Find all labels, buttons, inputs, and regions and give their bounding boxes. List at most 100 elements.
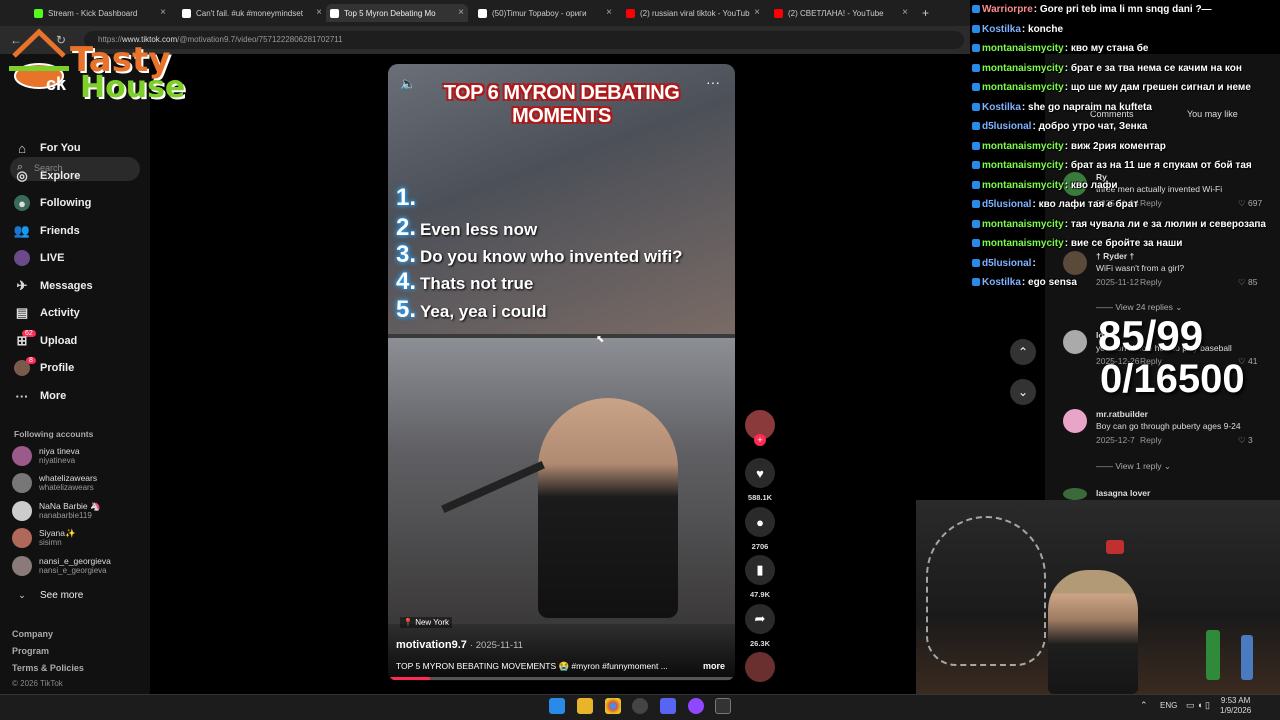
more-button[interactable]: more: [703, 661, 725, 671]
following-account[interactable]: nansi_e_georgieva nansi_e_georgieva: [12, 556, 111, 576]
footer-terms[interactable]: Terms & Policies: [12, 663, 84, 673]
chat-username[interactable]: Warriorpre: [982, 4, 1033, 15]
url-field[interactable]: https://www.tiktok.com/@motivation9.7/vi…: [84, 31, 964, 49]
comment-user[interactable]: mr.ratbuilder: [1096, 409, 1148, 419]
badge-icon: [972, 44, 980, 52]
nav-label: Explore: [40, 170, 81, 182]
video-progress-bar[interactable]: [388, 677, 735, 680]
chat-username[interactable]: montanaismycity: [982, 180, 1064, 191]
chrome-icon[interactable]: [605, 698, 621, 714]
share-button[interactable]: ➦ 26.3K: [745, 604, 775, 648]
nav-friends[interactable]: 👥 Friends: [14, 223, 80, 239]
nav-activity[interactable]: ▤ Activity: [14, 305, 80, 321]
close-icon[interactable]: ×: [160, 7, 166, 18]
following-account[interactable]: whatelizawears whatelizawears: [12, 473, 97, 493]
following-account[interactable]: Siyana✨ sisimn: [12, 528, 76, 548]
terminal-icon[interactable]: [715, 698, 731, 714]
previous-video-button[interactable]: ⌃: [1010, 339, 1036, 365]
nav-following[interactable]: ● Following: [14, 195, 91, 211]
list-text: Thats not true: [420, 274, 534, 293]
tab-tiktok-active[interactable]: Top 5 Myron Debating Mo ×: [326, 4, 468, 22]
chat-message: montanaismycity: виж 2рия коментар: [972, 141, 1166, 152]
clock[interactable]: 9:53 AM 1/9/2026: [1220, 696, 1251, 716]
footer-company[interactable]: Company: [12, 629, 53, 639]
close-icon[interactable]: ×: [458, 7, 464, 18]
chat-text: що ше му дам грешен сигнал и неме: [1070, 82, 1251, 93]
chat-username[interactable]: montanaismycity: [982, 43, 1064, 54]
like-button[interactable]: ♥ 588.1K: [745, 458, 775, 502]
chat-username[interactable]: montanaismycity: [982, 238, 1064, 249]
view-replies-button[interactable]: —— View 1 reply ⌄: [1096, 461, 1171, 472]
follow-plus-icon[interactable]: +: [754, 434, 766, 446]
video-player[interactable]: TOP 6 MYRON DEBATING MOMENTS 1. 2. Even le…: [388, 64, 735, 681]
chat-username[interactable]: d5lusional: [982, 121, 1031, 132]
close-icon[interactable]: ×: [754, 7, 760, 18]
chat-username[interactable]: montanaismycity: [982, 63, 1064, 74]
video-info-overlay: [388, 624, 735, 681]
chat-username[interactable]: d5lusional: [982, 258, 1031, 269]
account-name: whatelizawears: [39, 473, 98, 483]
clock-time: 9:53 AM: [1220, 696, 1251, 705]
save-count: 47.9K: [749, 590, 770, 599]
tray-chevron-icon[interactable]: ⌃: [1140, 700, 1148, 711]
chat-username[interactable]: montanaismycity: [982, 160, 1064, 171]
close-icon[interactable]: ×: [902, 7, 908, 18]
badge-icon: [972, 220, 980, 228]
chat-username[interactable]: montanaismycity: [982, 141, 1064, 152]
more-options-icon[interactable]: ···: [706, 74, 720, 90]
like-count: 41: [1248, 356, 1258, 366]
chat-username[interactable]: d5lusional: [982, 199, 1031, 210]
new-tab-button[interactable]: +: [918, 4, 938, 22]
language-indicator[interactable]: ENG: [1160, 701, 1177, 710]
tray-icons[interactable]: ▭ ◖ ▯: [1186, 700, 1210, 711]
comment-user[interactable]: lasagna lover: [1096, 488, 1150, 498]
footer-program[interactable]: Program: [12, 646, 49, 656]
close-icon[interactable]: ×: [606, 7, 612, 18]
list-text: Even less now: [420, 220, 538, 239]
following-account[interactable]: NaNa Barbie 🦄 nanabarbie119: [12, 501, 101, 521]
hanging-chair: [926, 516, 1046, 666]
reply-button[interactable]: Reply: [1140, 435, 1162, 445]
chat-username[interactable]: Kostilka: [982, 277, 1021, 288]
tab-youtube-2[interactable]: (2) СВЕТЛАНА! - YouTube ×: [770, 4, 912, 22]
chat-username[interactable]: Kostilka: [982, 102, 1021, 113]
tab-tiktok-1[interactable]: Can't fail. #uk #moneymindset ×: [178, 4, 326, 22]
following-account[interactable]: niya tineva niyatineva: [12, 446, 80, 466]
music-disc[interactable]: [745, 652, 775, 682]
see-more-button[interactable]: ⌄ See more: [14, 587, 83, 603]
nav-messages[interactable]: ✈ Messages: [14, 278, 93, 294]
live-icon: [14, 250, 30, 266]
tab-kick-dashboard[interactable]: Stream - Kick Dashboard ×: [30, 4, 170, 22]
tab-tiktok-2[interactable]: (50)Timur Topaboy - ориги ×: [474, 4, 616, 22]
windows-start-icon[interactable]: [549, 698, 565, 714]
obs-icon[interactable]: [632, 698, 648, 714]
speaker-icon[interactable]: 🔈: [400, 76, 416, 92]
nav-explore[interactable]: ◎ Explore: [14, 168, 80, 184]
nav-more[interactable]: ··· More: [14, 388, 67, 404]
comment-button[interactable]: ● 2706: [745, 507, 775, 551]
close-icon[interactable]: ×: [316, 7, 322, 18]
comment-likes[interactable]: ♡ 3: [1238, 435, 1253, 446]
chat-message: montanaismycity: кво му стана бе: [972, 43, 1148, 54]
nav-profile[interactable]: Profile: [14, 360, 74, 376]
file-explorer-icon[interactable]: [577, 698, 593, 714]
save-button[interactable]: ▮ 47.9K: [745, 555, 775, 599]
video-author[interactable]: motivation9.7 · 2025-11-11: [396, 639, 523, 651]
youtube-icon: [626, 8, 635, 18]
chat-username[interactable]: montanaismycity: [982, 82, 1064, 93]
nav-upload[interactable]: ⊞ Upload: [14, 333, 78, 349]
chevron-down-icon: ⌄: [1175, 302, 1183, 312]
chat-username[interactable]: montanaismycity: [982, 219, 1064, 230]
list-item: 5. Yea, yea i could: [396, 296, 547, 324]
tab-youtube-1[interactable]: (2) russian viral tiktok - YouTub ×: [622, 4, 764, 22]
nav-live[interactable]: LIVE: [14, 250, 64, 266]
heart-icon: ♡: [1238, 435, 1246, 445]
nav-for-you[interactable]: ⌂ For You: [14, 140, 80, 156]
microphone: [441, 460, 545, 514]
chat-username[interactable]: Kostilka: [982, 24, 1021, 35]
discord-icon[interactable]: [660, 698, 676, 714]
nav-label: Messages: [40, 280, 93, 292]
twitch-icon[interactable]: [688, 698, 704, 714]
creator-avatar[interactable]: +: [745, 410, 775, 446]
next-video-button[interactable]: ⌄: [1010, 379, 1036, 405]
